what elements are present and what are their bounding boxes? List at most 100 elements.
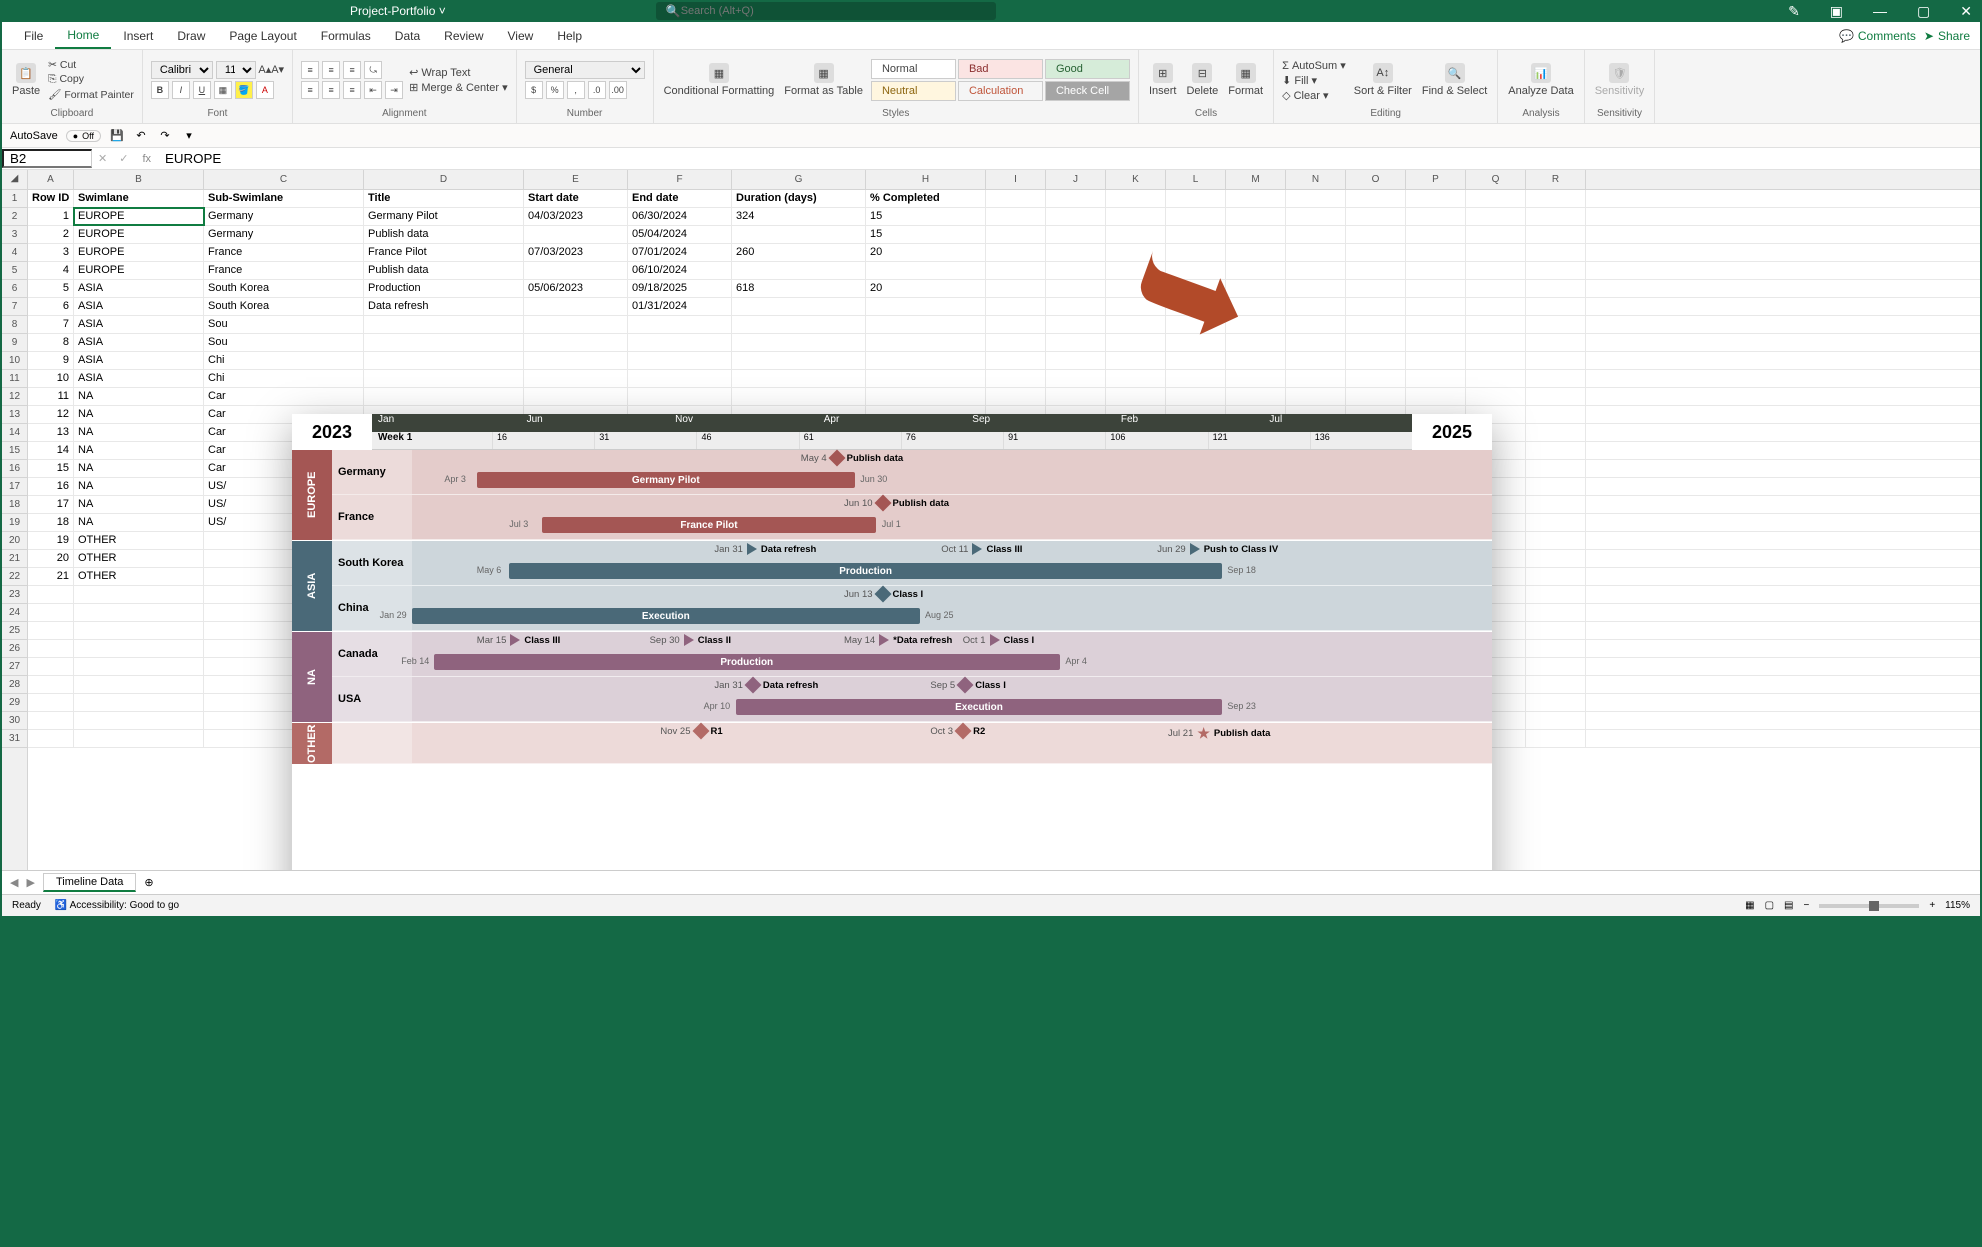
cell[interactable]: 10 <box>28 370 74 387</box>
style-calculation[interactable]: Calculation <box>958 81 1043 101</box>
row-header[interactable]: 20 <box>2 532 27 550</box>
redo-icon[interactable]: ↷ <box>157 128 173 144</box>
cell[interactable] <box>1406 316 1466 333</box>
cell[interactable] <box>732 334 866 351</box>
italic-button[interactable]: I <box>172 81 190 99</box>
cell[interactable] <box>1286 226 1346 243</box>
col-header-I[interactable]: I <box>986 170 1046 189</box>
cell[interactable] <box>732 388 866 405</box>
row-header[interactable]: 27 <box>2 658 27 676</box>
cell[interactable]: 13 <box>28 424 74 441</box>
cell[interactable]: OTHER <box>74 550 204 567</box>
cell[interactable]: Sou <box>204 334 364 351</box>
cell[interactable] <box>1466 298 1526 315</box>
cancel-formula-icon[interactable]: ✕ <box>92 152 113 165</box>
cell[interactable]: NA <box>74 478 204 495</box>
row-header[interactable]: 12 <box>2 388 27 406</box>
cell[interactable] <box>1526 388 1586 405</box>
cell[interactable] <box>1526 730 1586 747</box>
cell[interactable] <box>986 316 1046 333</box>
cell[interactable] <box>1466 280 1526 297</box>
cell[interactable] <box>364 370 524 387</box>
col-header-N[interactable]: N <box>1286 170 1346 189</box>
cell[interactable]: % Completed <box>866 190 986 207</box>
merge-center-button[interactable]: ⊞ Merge & Center ▾ <box>409 81 508 94</box>
cell[interactable] <box>524 352 628 369</box>
cell[interactable] <box>1466 334 1526 351</box>
tab-view[interactable]: View <box>496 22 546 49</box>
cell[interactable]: Publish data <box>364 226 524 243</box>
col-header-Q[interactable]: Q <box>1466 170 1526 189</box>
style-neutral[interactable]: Neutral <box>871 81 956 101</box>
cell[interactable] <box>1526 424 1586 441</box>
select-all-corner[interactable]: ◢ <box>2 170 27 190</box>
cell[interactable] <box>1526 712 1586 729</box>
cell[interactable]: Duration (days) <box>732 190 866 207</box>
cell[interactable] <box>732 316 866 333</box>
name-box[interactable] <box>2 149 92 168</box>
tab-insert[interactable]: Insert <box>111 22 165 49</box>
decrease-font-icon[interactable]: A▾ <box>271 64 284 76</box>
cell[interactable] <box>74 712 204 729</box>
qat-more-icon[interactable]: ▾ <box>181 128 197 144</box>
cell[interactable]: OTHER <box>74 532 204 549</box>
cell[interactable] <box>1406 244 1466 261</box>
cell[interactable]: 8 <box>28 334 74 351</box>
cell[interactable] <box>364 388 524 405</box>
cell[interactable] <box>986 226 1046 243</box>
cell[interactable] <box>1406 280 1466 297</box>
row-header[interactable]: 2 <box>2 208 27 226</box>
cell[interactable] <box>1406 226 1466 243</box>
col-header-J[interactable]: J <box>1046 170 1106 189</box>
cell[interactable] <box>1526 568 1586 585</box>
cell[interactable] <box>1346 208 1406 225</box>
cell[interactable] <box>986 280 1046 297</box>
align-middle-icon[interactable]: ≡ <box>322 61 340 79</box>
clear-button[interactable]: ◇ Clear ▾ <box>1282 89 1346 102</box>
row-header[interactable]: 5 <box>2 262 27 280</box>
cell[interactable]: EUROPE <box>74 262 204 279</box>
cell[interactable] <box>524 388 628 405</box>
cell[interactable] <box>732 298 866 315</box>
minimize-button[interactable]: — <box>1873 3 1887 20</box>
row-header[interactable]: 28 <box>2 676 27 694</box>
cell[interactable] <box>1406 262 1466 279</box>
cell[interactable] <box>524 370 628 387</box>
add-sheet-button[interactable]: ⊕ <box>144 876 153 889</box>
delete-cells-button[interactable]: ⊟Delete <box>1184 61 1220 99</box>
cell[interactable] <box>524 298 628 315</box>
indent-inc-icon[interactable]: ⇥ <box>385 81 403 99</box>
row-header[interactable]: 18 <box>2 496 27 514</box>
cell[interactable] <box>866 298 986 315</box>
cell[interactable] <box>986 262 1046 279</box>
cell[interactable] <box>1046 316 1106 333</box>
view-normal-icon[interactable]: ▦ <box>1745 900 1754 911</box>
cell[interactable]: Car <box>204 388 364 405</box>
spreadsheet-grid[interactable]: ◢123456789101112131415161718192021222324… <box>2 170 1980 870</box>
col-header-D[interactable]: D <box>364 170 524 189</box>
format-painter-button[interactable]: 🖌 Format Painter <box>48 88 134 101</box>
col-header-F[interactable]: F <box>628 170 732 189</box>
cell[interactable] <box>1526 622 1586 639</box>
cell[interactable] <box>1286 244 1346 261</box>
col-header-G[interactable]: G <box>732 170 866 189</box>
save-icon[interactable]: 💾 <box>109 128 125 144</box>
row-header[interactable]: 19 <box>2 514 27 532</box>
sort-filter-button[interactable]: A↕Sort & Filter <box>1352 61 1414 99</box>
cell[interactable] <box>1226 388 1286 405</box>
cell[interactable]: Chi <box>204 352 364 369</box>
sheet-tab-active[interactable]: Timeline Data <box>43 873 136 892</box>
row-header[interactable]: 11 <box>2 370 27 388</box>
find-select-button[interactable]: 🔍Find & Select <box>1420 61 1489 99</box>
cell[interactable] <box>1346 190 1406 207</box>
col-header-R[interactable]: R <box>1526 170 1586 189</box>
row-header[interactable]: 1 <box>2 190 27 208</box>
cell[interactable] <box>1526 460 1586 477</box>
cell[interactable]: 9 <box>28 352 74 369</box>
cell[interactable]: OTHER <box>74 568 204 585</box>
font-name-select[interactable]: Calibri <box>151 61 213 79</box>
cell[interactable]: Sub-Swimlane <box>204 190 364 207</box>
sheet-nav-next[interactable]: ▶ <box>26 876 34 889</box>
cell[interactable] <box>28 694 74 711</box>
cell[interactable] <box>628 388 732 405</box>
